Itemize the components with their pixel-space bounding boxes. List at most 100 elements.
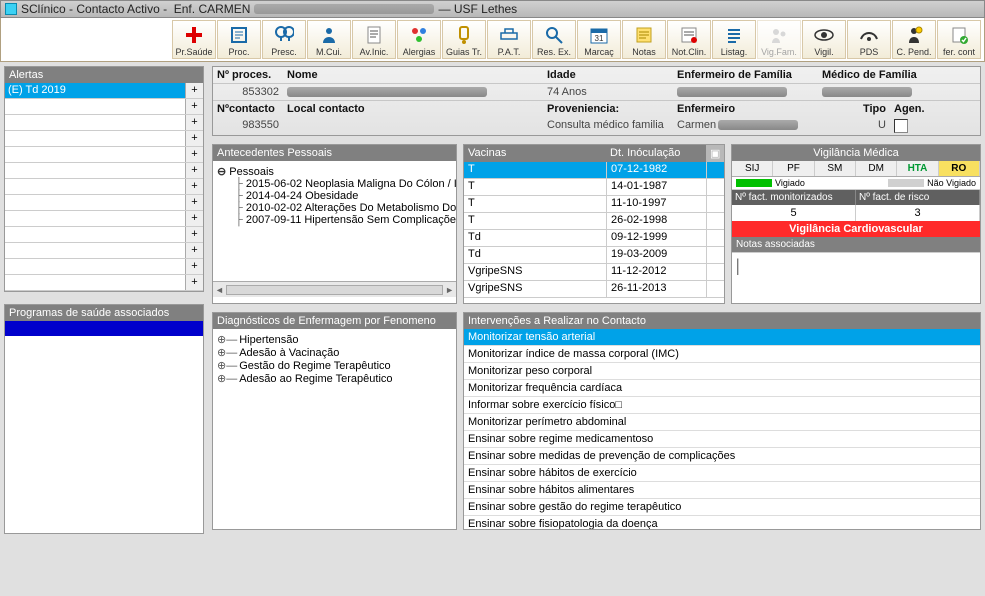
legend-off-swatch — [888, 179, 924, 187]
toolbar-c-pend[interactable]: C. Pend. — [892, 20, 936, 59]
alert-row[interactable]: + — [5, 227, 203, 243]
alert-expand-button[interactable]: + — [185, 211, 203, 226]
toolbar-pds[interactable]: PDS — [847, 20, 891, 59]
toolbar-pat[interactable]: P.A.T. — [487, 20, 531, 59]
vacina-row[interactable]: VgripeSNS11-12-2012 — [464, 264, 724, 281]
alert-expand-button[interactable]: + — [185, 83, 203, 98]
diagnostico-item[interactable]: Adesão à Vacinação — [217, 346, 452, 359]
alert-row[interactable]: + — [5, 115, 203, 131]
vacina-row[interactable]: VgripeSNS26-11-2013 — [464, 281, 724, 298]
diagnostico-item[interactable]: Gestão do Regime Terapêutico — [217, 359, 452, 372]
alert-row[interactable]: + — [5, 131, 203, 147]
toolbar-av-inic[interactable]: Av.Inic. — [352, 20, 396, 59]
alert-row[interactable]: + — [5, 243, 203, 259]
alert-expand-button[interactable]: + — [185, 163, 203, 178]
toolbar-not-clin[interactable]: Not.Clin. — [667, 20, 711, 59]
toolbar-alergias[interactable]: Alergias — [397, 20, 441, 59]
toolbar-fer-cont[interactable]: fer. cont — [937, 20, 981, 59]
vig-alert[interactable]: Vigilância Cardiovascular — [732, 221, 980, 237]
alert-expand-button[interactable]: + — [185, 227, 203, 242]
intervencao-row[interactable]: Ensinar sobre gestão do regime terapêuti… — [464, 499, 980, 516]
vacina-row[interactable]: Td09-12-1999 — [464, 230, 724, 247]
antecedente-item[interactable]: 2010-02-02 Alterações Do Metabolismo Do — [235, 202, 452, 214]
vacina-data: 14-01-1987 — [606, 179, 706, 195]
alert-row[interactable]: (E) Td 2019+ — [5, 83, 203, 99]
toolbar-pr-saude[interactable]: Pr.Saúde — [172, 20, 216, 59]
vig-tab-sij[interactable]: SIJ — [732, 161, 773, 176]
vigil-icon — [814, 23, 834, 47]
intervencao-row[interactable]: Ensinar sobre medidas de prevenção de co… — [464, 448, 980, 465]
diagnostico-item[interactable]: Hipertensão — [217, 333, 452, 346]
tree-root[interactable]: Pessoais — [217, 165, 452, 178]
vig-tab-pf[interactable]: PF — [773, 161, 814, 176]
vacina-row[interactable]: T26-02-1998 — [464, 213, 724, 230]
alert-expand-button[interactable]: + — [185, 147, 203, 162]
alert-row[interactable]: + — [5, 211, 203, 227]
vacina-data: 11-10-1997 — [606, 196, 706, 212]
antecedente-item[interactable]: 2015-06-02 Neoplasia Maligna Do Cólon / … — [235, 178, 452, 190]
programs-panel: Programas de saúde associados — [4, 304, 204, 534]
toolbar-proc[interactable]: Proc. — [217, 20, 261, 59]
alert-row[interactable]: + — [5, 147, 203, 163]
alert-expand-button[interactable]: + — [185, 275, 203, 290]
alert-expand-button[interactable]: + — [185, 115, 203, 130]
toolbar-listag[interactable]: Listag. — [712, 20, 756, 59]
alert-row[interactable]: + — [5, 179, 203, 195]
presc-icon — [274, 23, 294, 47]
vacina-nome: T — [464, 179, 606, 195]
agen-checkbox[interactable] — [894, 119, 908, 133]
intervencao-row[interactable]: Ensinar sobre hábitos de exercício — [464, 465, 980, 482]
toolbar-notas[interactable]: Notas — [622, 20, 666, 59]
label-enf: Enfermeiro — [677, 103, 735, 115]
notas-textbox[interactable]: | — [732, 252, 980, 303]
vig-tab-sm[interactable]: SM — [815, 161, 856, 176]
vig-tab-ro[interactable]: RO — [939, 161, 980, 176]
alert-row[interactable]: + — [5, 275, 203, 291]
intervencao-row[interactable]: Ensinar sobre fisiopatologia da doença — [464, 516, 980, 529]
alert-expand-button[interactable]: + — [185, 179, 203, 194]
label-local: Local contacto — [287, 103, 365, 115]
antecedente-item[interactable]: 2014-04-24 Obesidade — [235, 190, 452, 202]
toolbar-guias-tr[interactable]: Guias Tr. — [442, 20, 486, 59]
alert-expand-button[interactable]: + — [185, 259, 203, 274]
vig-tab-dm[interactable]: DM — [856, 161, 897, 176]
vacina-row[interactable]: T14-01-1987 — [464, 179, 724, 196]
vacina-data: 19-03-2009 — [606, 247, 706, 263]
intervencao-row[interactable]: Informar sobre exercício físico□ — [464, 397, 980, 414]
alert-expand-button[interactable]: + — [185, 243, 203, 258]
antecedentes-tree[interactable]: Pessoais 2015-06-02 Neoplasia Maligna Do… — [213, 161, 456, 281]
alert-row[interactable]: + — [5, 99, 203, 115]
vacina-row[interactable]: Td19-03-2009 — [464, 247, 724, 264]
av-inic-icon — [364, 23, 384, 47]
c-pend-icon — [904, 23, 924, 47]
intervencao-row[interactable]: Monitorizar peso corporal — [464, 363, 980, 380]
vig-tab-hta[interactable]: HTA — [897, 161, 938, 176]
toolbar-marcac[interactable]: 31Marcaç — [577, 20, 621, 59]
antecedente-item[interactable]: 2007-09-11 Hipertensão Sem Complicaçõe — [235, 214, 452, 226]
fer-cont-icon — [949, 23, 969, 47]
intervencao-row[interactable]: Ensinar sobre regime medicamentoso — [464, 431, 980, 448]
toolbar-label: Guias Tr. — [446, 47, 482, 57]
alert-row[interactable]: + — [5, 195, 203, 211]
h-scrollbar[interactable]: ◄► — [213, 281, 456, 297]
toolbar-presc[interactable]: Presc. — [262, 20, 306, 59]
intervencao-row[interactable]: Monitorizar perímetro abdominal — [464, 414, 980, 431]
toolbar-label: M.Cui. — [316, 47, 342, 57]
toolbar-vigil[interactable]: Vigil. — [802, 20, 846, 59]
intervencao-row[interactable]: Monitorizar frequência cardíaca — [464, 380, 980, 397]
toolbar-res-ex[interactable]: Res. Ex. — [532, 20, 576, 59]
intervencao-row[interactable]: Monitorizar índice de massa corporal (IM… — [464, 346, 980, 363]
alert-row[interactable]: + — [5, 163, 203, 179]
intervencao-row[interactable]: Monitorizar tensão arterial — [464, 329, 980, 346]
alert-row[interactable]: + — [5, 259, 203, 275]
intervencao-row[interactable]: Ensinar sobre hábitos alimentares — [464, 482, 980, 499]
vacina-row[interactable]: T07-12-1982 — [464, 162, 724, 179]
vacina-row[interactable]: T11-10-1997 — [464, 196, 724, 213]
toolbar-m-cui[interactable]: M.Cui. — [307, 20, 351, 59]
program-row-selected[interactable] — [5, 321, 203, 336]
alert-expand-button[interactable]: + — [185, 131, 203, 146]
toolbar-label: Pr.Saúde — [175, 47, 212, 57]
alert-expand-button[interactable]: + — [185, 195, 203, 210]
alert-expand-button[interactable]: + — [185, 99, 203, 114]
diagnostico-item[interactable]: Adesão ao Regime Terapêutico — [217, 372, 452, 385]
